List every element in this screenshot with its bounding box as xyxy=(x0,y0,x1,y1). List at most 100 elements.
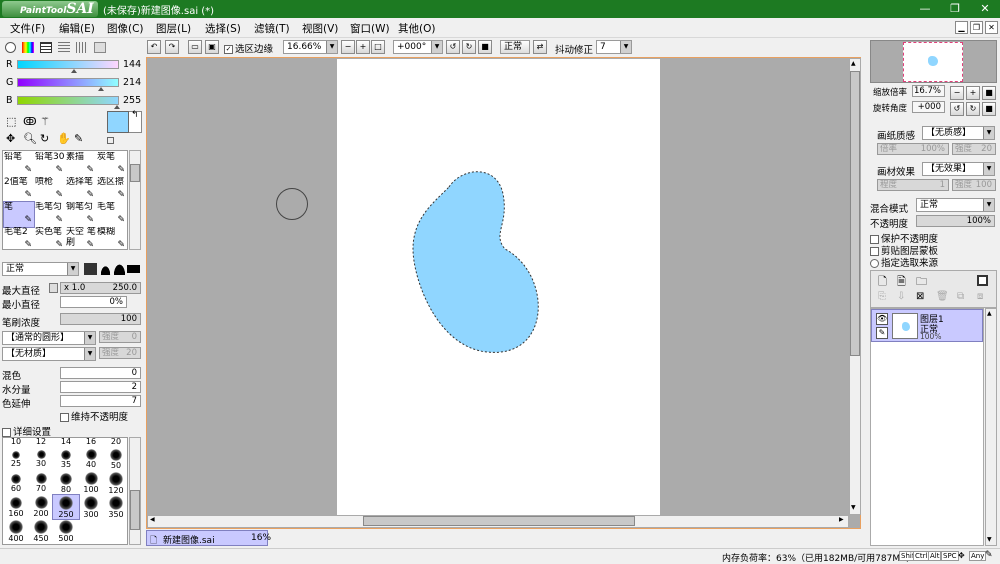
density-slider[interactable]: 100 xyxy=(60,313,141,325)
brush-shape-flat-icon[interactable] xyxy=(127,265,140,273)
brush-shape-hard-icon[interactable] xyxy=(84,263,97,275)
brush-size-cell[interactable]: 50 xyxy=(103,447,129,471)
keep-opacity-checkbox[interactable] xyxy=(60,413,69,422)
layer-row[interactable]: 👁 ✎ 图层1 正常 100% xyxy=(871,309,983,342)
brush-tool-3[interactable]: 炭笔 ✎ xyxy=(97,152,127,177)
brush-size-cell[interactable]: 200 xyxy=(28,495,54,519)
water-slider[interactable]: 2 xyxy=(60,381,141,393)
deselect-icon[interactable]: ▭ xyxy=(188,40,202,54)
rotate-right-icon[interactable]: ↻ xyxy=(462,40,476,54)
color-palette-icon[interactable] xyxy=(94,42,106,53)
brush-texture-select[interactable]: 【无材质】 ▼ xyxy=(2,347,96,361)
document-tab[interactable]: 🗋 新建图像.sai 16% xyxy=(146,530,271,546)
brush-shape-medium-icon[interactable] xyxy=(99,263,112,275)
scroll-up-icon[interactable]: ▲ xyxy=(851,60,856,67)
layer-scroll-down-icon[interactable]: ▼ xyxy=(987,536,992,543)
canvas-paper[interactable] xyxy=(337,59,660,515)
nav-rotate-reset-icon[interactable]: ■ xyxy=(982,102,996,116)
canvas-horizontal-thumb[interactable] xyxy=(363,516,635,526)
brush-size-cell[interactable]: 25 xyxy=(3,447,29,471)
mdi-close-icon[interactable]: ✕ xyxy=(985,21,998,34)
view-mode-button[interactable]: 正常 xyxy=(500,40,530,54)
brush-tool-11[interactable]: 毛笔 ✎ xyxy=(97,202,127,227)
brush-size-cell[interactable]: 300 xyxy=(78,495,104,519)
brush-size-cell[interactable]: 160 xyxy=(3,495,29,519)
brush-size-cell[interactable]: 14 xyxy=(53,437,79,447)
brush-tool-15[interactable]: 模糊 ✎ xyxy=(97,227,127,252)
canvas-area[interactable]: ▲ ▼ ◀ ▶ xyxy=(146,57,861,529)
brush-tool-13[interactable]: 实色笔 ✎ xyxy=(35,227,65,252)
rotate-left-icon[interactable]: ↺ xyxy=(446,40,460,54)
selection-edge-checkbox[interactable]: ✓ xyxy=(224,44,233,54)
eyedropper-icon[interactable]: ✎ xyxy=(74,132,83,145)
brush-shape-select[interactable]: 【通常的圆形】 ▼ xyxy=(2,331,96,345)
selection-source-toggle[interactable]: 指定选取来源 xyxy=(870,255,938,269)
brush-shape-soft-icon[interactable] xyxy=(113,263,126,275)
lasso-tool-icon[interactable]: ↂ xyxy=(23,115,37,128)
layer-opacity-slider[interactable]: 100% xyxy=(916,215,995,227)
brush-tool-8[interactable]: 笔 ✎ xyxy=(3,201,35,228)
g-slider-thumb[interactable] xyxy=(97,87,104,91)
merge-layers-icon[interactable]: ⧈ xyxy=(977,291,983,302)
brush-size-cell[interactable]: 400 xyxy=(3,519,29,543)
nav-rotate-left-icon[interactable]: ↺ xyxy=(950,102,964,116)
brush-size-cell[interactable]: 30 xyxy=(28,447,54,471)
brush-tool-4[interactable]: 2值笔 ✎ xyxy=(4,177,34,202)
swap-colors-icon[interactable]: ↰ xyxy=(131,110,139,120)
nav-zoom-reset-icon[interactable]: ■ xyxy=(982,86,996,100)
scratchpad-icon[interactable] xyxy=(76,42,88,53)
layer-visibility-eye-icon[interactable]: 👁 xyxy=(876,313,888,325)
zoom-reset-icon[interactable]: □ xyxy=(371,40,385,54)
diameter-lock-icon[interactable] xyxy=(49,283,58,293)
brush-blend-select[interactable]: 正常 ▼ xyxy=(2,262,79,276)
shape-strength-slider[interactable]: 强度 0 xyxy=(99,331,141,343)
brush-tool-5[interactable]: 喷枪 ✎ xyxy=(35,177,65,202)
rotation-select[interactable]: +000° ▼ xyxy=(393,40,443,54)
detail-settings-checkbox[interactable] xyxy=(2,428,11,437)
canvas-vertical-thumb[interactable] xyxy=(850,71,860,356)
hand-tool-icon[interactable]: ✋ xyxy=(57,132,71,145)
brush-size-cell[interactable]: 35 xyxy=(53,447,79,471)
brush-size-cell[interactable]: 16 xyxy=(78,437,104,447)
tool-grid-scroll-thumb[interactable] xyxy=(130,164,140,182)
menu-file[interactable]: 文件(F) xyxy=(10,21,45,36)
brush-size-cell[interactable]: 450 xyxy=(28,519,54,543)
undo-icon[interactable]: ↶ xyxy=(147,40,161,54)
redo-icon[interactable]: ↷ xyxy=(165,40,179,54)
brush-size-cell[interactable]: 100 xyxy=(78,471,104,495)
brush-tool-12[interactable]: 毛笔2 ✎ xyxy=(4,227,34,252)
zoom-select[interactable]: 16.66% ▼ xyxy=(283,40,338,54)
scroll-right-icon[interactable]: ▶ xyxy=(839,516,844,523)
brush-tool-1[interactable]: 铅笔30 ✎ xyxy=(35,152,65,177)
menu-edit[interactable]: 编辑(E) xyxy=(59,21,95,36)
brush-size-cell[interactable]: 12 xyxy=(28,437,54,447)
brush-size-cell[interactable]: 60 xyxy=(3,471,29,495)
min-diameter-slider[interactable]: 0% xyxy=(60,296,127,308)
g-slider[interactable] xyxy=(17,78,119,87)
brush-tool-14[interactable]: 天空 笔刷 ✎ xyxy=(66,227,96,252)
copy-layer-icon[interactable]: ⎘ xyxy=(878,291,886,302)
foreground-color-swatch[interactable] xyxy=(107,111,129,133)
nav-angle-value[interactable]: +000 xyxy=(912,101,945,113)
brush-size-cell[interactable]: 250 xyxy=(52,494,80,520)
size-grid-scroll-thumb[interactable] xyxy=(130,490,140,530)
new-vector-layer-icon[interactable]: 🗎 xyxy=(897,273,906,292)
layer-blend-select[interactable]: 正常 ▼ xyxy=(916,198,995,212)
delete-layer-icon[interactable]: 🗑 xyxy=(936,291,949,302)
layer-pen-icon[interactable]: ✎ xyxy=(876,327,888,339)
nav-zoom-out-icon[interactable]: − xyxy=(950,86,964,100)
rotate-tool-icon[interactable]: ↻ xyxy=(40,132,49,145)
paper-texture-select[interactable]: 【无质感】 ▼ xyxy=(922,126,995,140)
brush-size-cell[interactable]: 80 xyxy=(53,471,79,495)
brush-size-cell[interactable]: 40 xyxy=(78,447,104,471)
b-slider-thumb[interactable] xyxy=(114,105,120,109)
clear-layer-icon[interactable]: ⊠ xyxy=(916,291,924,302)
brush-tool-9[interactable]: 毛笔匀 ✎ xyxy=(35,202,65,227)
zoom-tool-icon[interactable]: 🔍︎ xyxy=(23,132,37,145)
menu-select[interactable]: 选择(S) xyxy=(205,21,241,36)
flip-icon[interactable]: ⇄ xyxy=(533,40,547,54)
scroll-down-icon[interactable]: ▼ xyxy=(851,504,856,511)
new-folder-icon[interactable]: 🗀 xyxy=(916,273,927,292)
max-diameter-slider[interactable]: x 1.0 250.0 xyxy=(60,282,141,294)
brush-size-cell[interactable]: 10 xyxy=(3,437,29,447)
